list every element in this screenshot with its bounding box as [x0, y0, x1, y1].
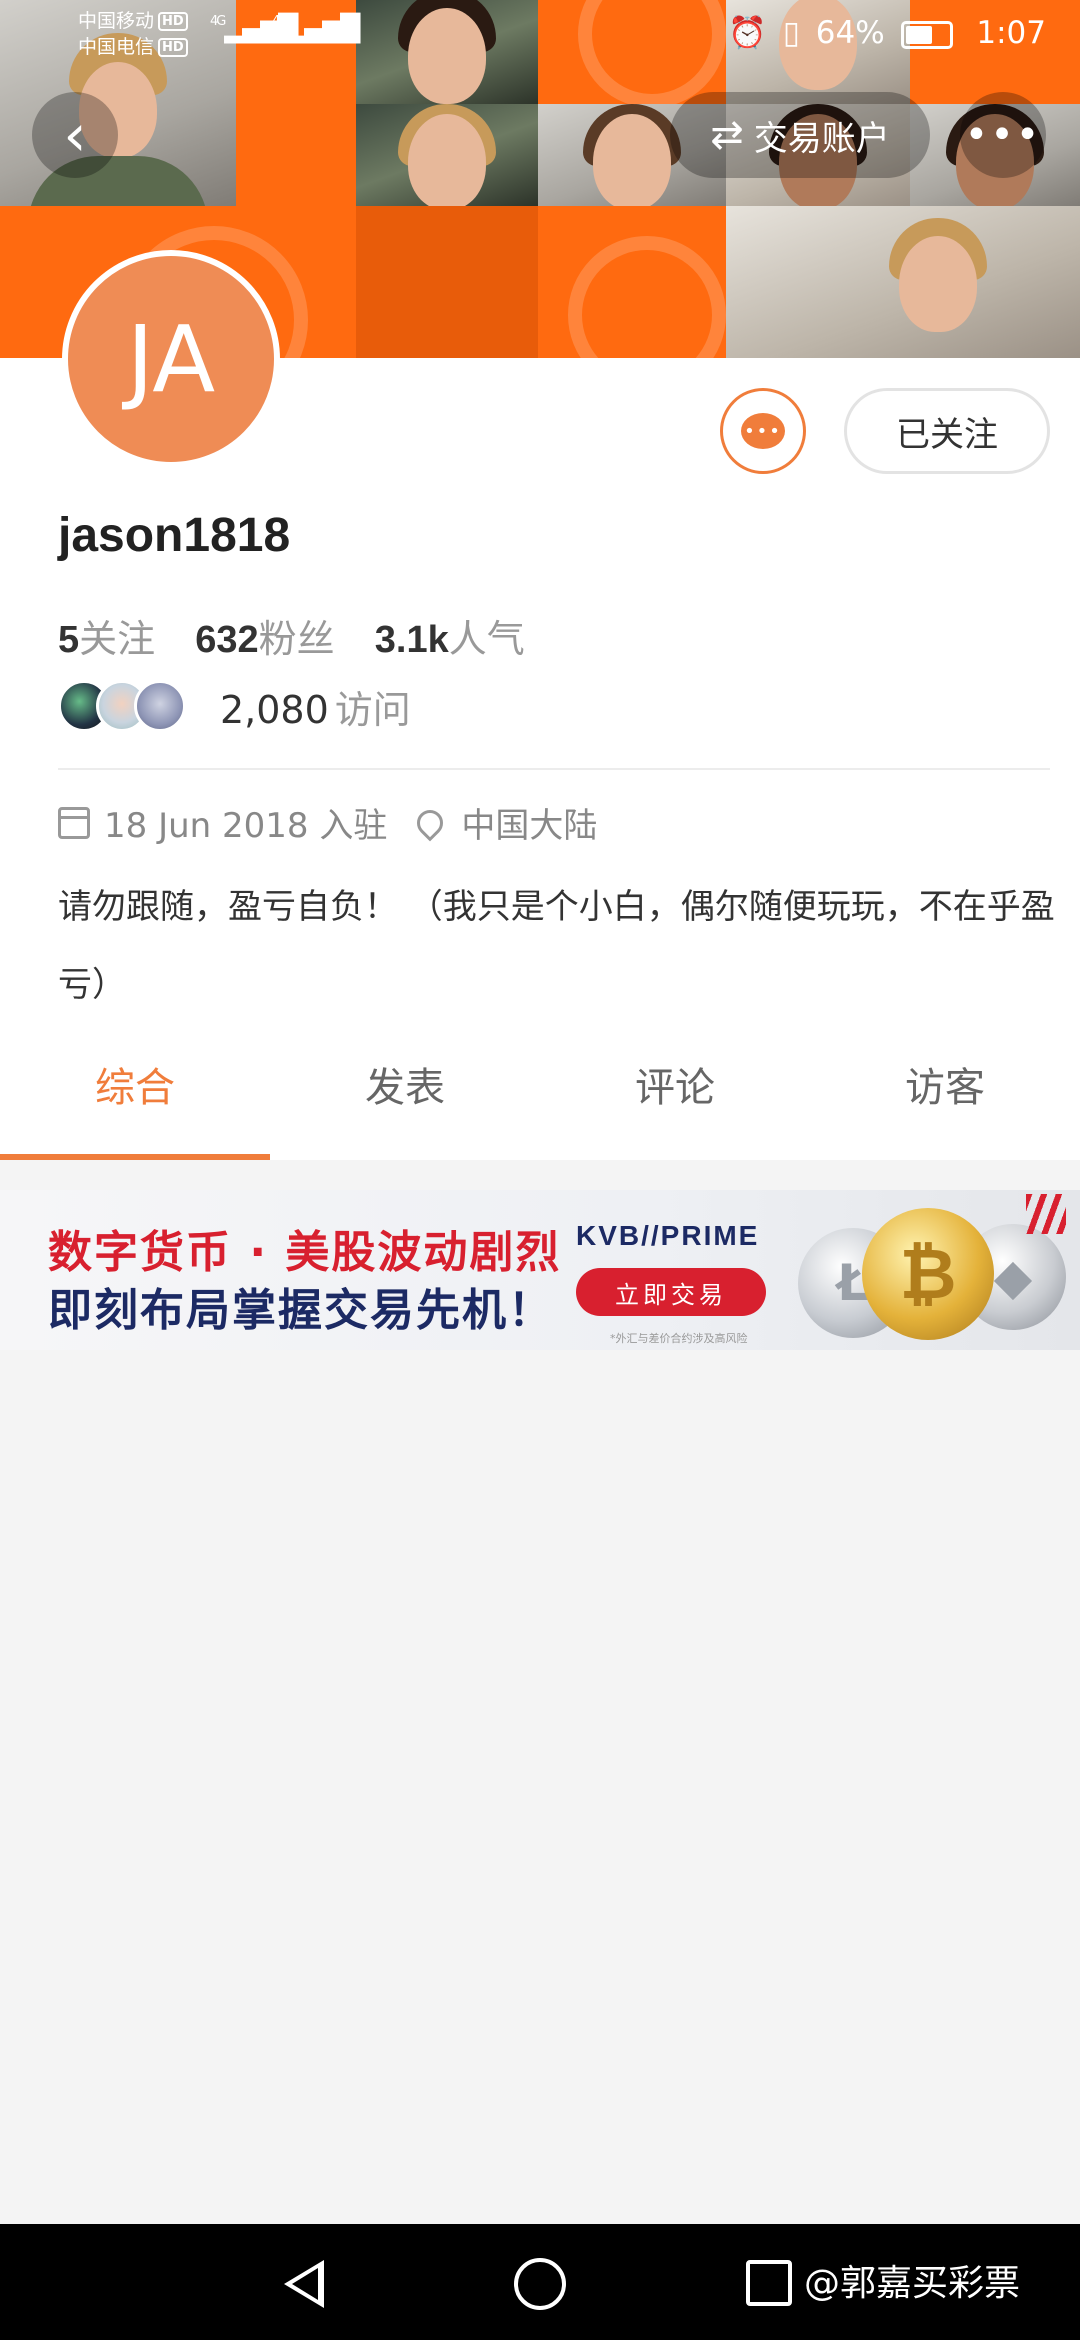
ad-subheadline: 即刻布局掌握交易先机！: [48, 1285, 554, 1336]
swap-icon: ⇄: [710, 112, 744, 158]
cover-pattern: [538, 206, 726, 358]
battery-percent: 64%: [815, 15, 885, 51]
fans-count: 632: [195, 619, 259, 661]
alarm-icon: ⏰: [728, 15, 767, 51]
cover-photo: [356, 104, 538, 206]
popularity-count: 3.1k: [374, 619, 449, 661]
ad-cta-button[interactable]: 立即交易: [576, 1268, 766, 1316]
following-label: 关注: [79, 617, 156, 661]
watermark: @郭嘉买彩票: [804, 2263, 1021, 2304]
ad-disclaimer: *外汇与差价合约涉及高风险: [610, 1332, 748, 1345]
profile-card: JA ••• 已关注 jason1818 5关注 632粉丝 3.1k人气 2,…: [0, 250, 1080, 1160]
status-right: ⏰ ▯ 64% 1:07: [722, 14, 1046, 51]
visitor-avatar: [134, 680, 186, 732]
message-button[interactable]: •••: [720, 388, 806, 474]
visitors-row[interactable]: 2,080 访问: [58, 676, 411, 736]
nav-home-icon[interactable]: [514, 2258, 566, 2310]
avatar[interactable]: JA: [62, 250, 280, 468]
username: jason1818: [58, 509, 291, 562]
profile-meta: 18 Jun 2018 入驻 中国大陆: [58, 798, 597, 847]
back-button[interactable]: ‹: [32, 92, 118, 178]
following-stat[interactable]: 5关注: [58, 617, 155, 661]
tab-visitors[interactable]: 访客: [810, 1038, 1080, 1138]
nav-back-icon[interactable]: [284, 2260, 324, 2308]
hd-badge: HD: [158, 12, 188, 31]
divider: [58, 768, 1050, 770]
tab-posts[interactable]: 发表: [270, 1038, 540, 1138]
ad-brand-logo: KVB//PRIME: [576, 1220, 760, 1251]
bitcoin-icon: ₿: [862, 1208, 994, 1340]
ad-headline: 数字货币 · 美股波动剧烈: [48, 1227, 562, 1278]
following-count: 5: [58, 619, 80, 661]
join-date: 18 Jun 2018 入驻: [104, 806, 388, 846]
fans-label: 粉丝: [258, 617, 335, 661]
calendar-icon: [58, 806, 90, 839]
more-options-button[interactable]: •••: [960, 92, 1046, 178]
bio: 请勿跟随，盈亏自负！ （我只是个小白，偶尔随便玩玩，不在乎盈亏）: [58, 887, 1055, 1005]
ad-banner[interactable]: 数字货币 · 美股波动剧烈 即刻布局掌握交易先机！ KVB//PRIME 立即交…: [0, 1190, 1080, 1350]
profile-tabs: 综合 发表 评论 访客: [0, 1038, 1080, 1160]
popularity-label: 人气: [448, 617, 525, 661]
follow-label: 已关注: [896, 414, 998, 455]
cover-pattern: [356, 206, 538, 358]
decorative-stripes: [1026, 1194, 1066, 1234]
location: 中国大陆: [461, 806, 598, 846]
carrier-info: 中国移动 HD 中国电信 HD: [78, 8, 188, 60]
tab-overview[interactable]: 综合: [0, 1038, 270, 1160]
trade-account-button[interactable]: ⇄ 交易账户: [670, 92, 930, 178]
visits-stat: 2,080 访问: [220, 679, 411, 734]
visits-label: 访问: [334, 687, 411, 732]
fans-stat[interactable]: 632粉丝: [195, 617, 334, 661]
chat-bubble-icon: •••: [741, 413, 785, 449]
more-icon: •••: [964, 112, 1042, 158]
clock: 1:07: [976, 15, 1046, 51]
visits-count: 2,080: [220, 687, 329, 732]
profile-stats: 5关注 632粉丝 3.1k人气: [58, 608, 553, 663]
chevron-left-icon: ‹: [63, 101, 87, 169]
carrier-1: 中国移动: [78, 10, 155, 32]
nav-recents-icon[interactable]: [746, 2260, 792, 2306]
follow-button[interactable]: 已关注: [844, 388, 1050, 474]
trade-account-label: 交易账户: [753, 118, 890, 159]
tab-comments[interactable]: 评论: [540, 1038, 810, 1138]
battery-icon: [900, 20, 953, 49]
wifi-icon: ◠: [334, 14, 361, 49]
avatar-initials: JA: [126, 305, 216, 413]
hd-badge: HD: [158, 38, 188, 57]
location-pin-icon: [411, 804, 449, 841]
carrier-2: 中国电信: [78, 36, 155, 58]
system-nav-bar: @郭嘉买彩票: [0, 2224, 1080, 2340]
popularity-stat: 3.1k人气: [375, 617, 525, 661]
vibrate-icon: ▯: [782, 15, 800, 51]
status-bar: 中国移动 HD 中国电信 HD 4G▂▄▆█ 4G▂▄▆█ ◠ ⏰ ▯ 64% 1:…: [0, 0, 1080, 64]
cover-photo: [726, 206, 1080, 358]
